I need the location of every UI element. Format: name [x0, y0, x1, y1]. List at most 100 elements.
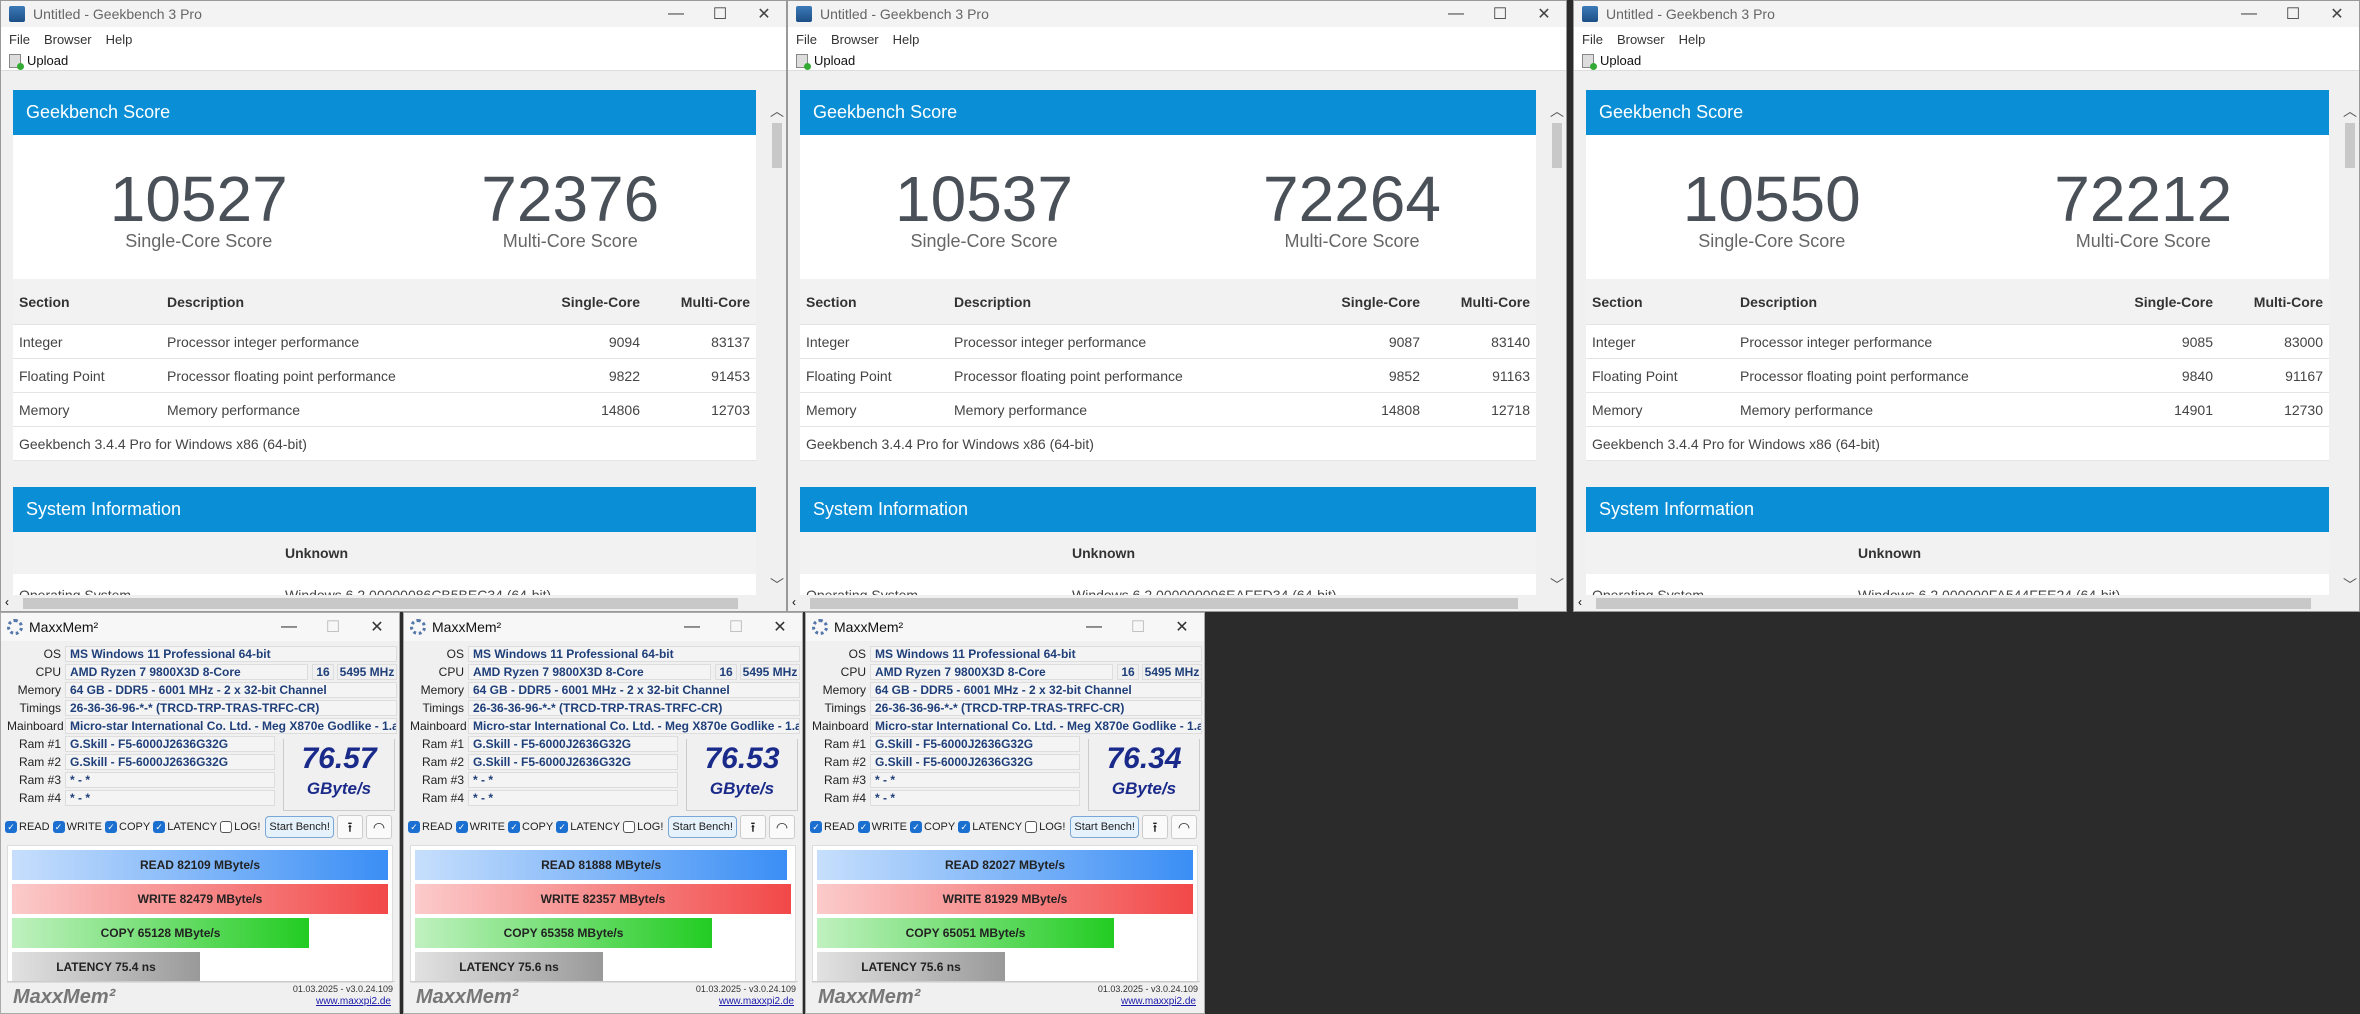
scroll-down-icon[interactable]: ﹀	[768, 575, 786, 595]
vertical-scrollbar[interactable]: ︿ ﹀	[768, 101, 786, 595]
window-title: Untitled - Geekbench 3 Pro	[1606, 6, 1775, 22]
upload-icon[interactable]: ⭱	[1141, 815, 1168, 839]
checkbox-write[interactable]: ✓ WRITE	[857, 821, 907, 833]
toolbar: Upload	[788, 51, 1566, 71]
menu-help[interactable]: Help	[106, 32, 133, 47]
checkbox-latency[interactable]: ✓ LATENCY	[556, 821, 620, 833]
checkbox-log[interactable]: LOG!	[220, 821, 260, 833]
scroll-left-icon[interactable]: ‹	[5, 595, 9, 609]
checkbox-icon[interactable]	[623, 821, 636, 833]
checkbox-icon[interactable]: ✓	[455, 821, 468, 833]
checkbox-icon[interactable]: ✓	[153, 821, 166, 833]
scroll-left-icon[interactable]: ‹	[1578, 595, 1582, 609]
checkbox-copy[interactable]: ✓ COPY	[910, 821, 955, 833]
scroll-thumb[interactable]	[772, 123, 782, 168]
maximize-button[interactable]: ☐	[311, 617, 355, 637]
single-core-label: Single-Core Score	[125, 231, 273, 251]
maximize-button[interactable]: ☐	[714, 617, 758, 637]
upload-icon[interactable]: ⭱	[739, 815, 766, 839]
minimize-button[interactable]: —	[654, 5, 698, 23]
checkbox-icon[interactable]: ✓	[508, 821, 521, 833]
checkbox-icon[interactable]: ✓	[52, 821, 65, 833]
vertical-scrollbar[interactable]: ︿ ﹀	[2341, 101, 2359, 595]
close-button[interactable]: ✕	[2315, 4, 2359, 24]
website-link[interactable]: www.maxxpi2.de	[316, 996, 391, 1007]
info-label: OS	[446, 647, 464, 661]
speedometer-icon[interactable]: ◠	[1170, 815, 1197, 839]
maximize-button[interactable]: ☐	[698, 4, 742, 24]
checkbox-latency[interactable]: ✓ LATENCY	[153, 821, 217, 833]
horizontal-scrollbar[interactable]: ‹	[1574, 595, 2341, 611]
checkbox-icon[interactable]: ✓	[105, 821, 118, 833]
menu-browser[interactable]: Browser	[44, 32, 92, 47]
checkbox-icon[interactable]: ✓	[556, 821, 569, 833]
menu-file[interactable]: File	[1582, 32, 1603, 47]
minimize-button[interactable]: —	[2227, 5, 2271, 23]
horizontal-scrollbar[interactable]: ‹	[1, 595, 768, 611]
close-button[interactable]: ✕	[742, 4, 786, 24]
scroll-down-icon[interactable]: ﹀	[1548, 575, 1566, 595]
menu-help[interactable]: Help	[893, 32, 920, 47]
menu-file[interactable]: File	[9, 32, 30, 47]
website-link[interactable]: www.maxxpi2.de	[1121, 996, 1196, 1007]
checkbox-read[interactable]: ✓ READ	[408, 821, 453, 833]
checkbox-icon[interactable]: ✓	[857, 821, 870, 833]
horizontal-scrollbar[interactable]: ‹	[788, 595, 1548, 611]
geekbench-app-icon	[1582, 6, 1598, 22]
menu-browser[interactable]: Browser	[831, 32, 879, 47]
speedometer-icon[interactable]: ◠	[768, 815, 795, 839]
checkbox-icon[interactable]: ✓	[910, 821, 923, 833]
vertical-scrollbar[interactable]: ︿ ﹀	[1548, 101, 1566, 595]
scroll-thumb[interactable]	[810, 598, 1518, 609]
checkbox-icon[interactable]: ✓	[958, 821, 971, 833]
upload-button[interactable]: Upload	[1582, 53, 1641, 70]
checkbox-icon[interactable]: ✓	[810, 821, 822, 833]
scroll-up-icon[interactable]: ︿	[768, 101, 786, 121]
minimize-button[interactable]: —	[1072, 618, 1116, 636]
scroll-thumb[interactable]	[1552, 123, 1562, 168]
table-row: Floating Point Processor floating point p…	[1586, 359, 2329, 393]
checkbox-icon[interactable]: ✓	[5, 821, 17, 833]
menu-help[interactable]: Help	[1679, 32, 1706, 47]
start-bench-button[interactable]: Start Bench!	[668, 816, 737, 838]
maximize-button[interactable]: ☐	[1478, 4, 1522, 24]
start-bench-button[interactable]: Start Bench!	[1070, 816, 1139, 838]
upload-button[interactable]: Upload	[9, 53, 68, 70]
checkbox-log[interactable]: LOG!	[1025, 821, 1065, 833]
website-link[interactable]: www.maxxpi2.de	[719, 996, 794, 1007]
scroll-thumb[interactable]	[1596, 598, 2311, 609]
minimize-button[interactable]: —	[1434, 5, 1478, 23]
upload-icon[interactable]: ⭱	[336, 815, 363, 839]
scroll-up-icon[interactable]: ︿	[1548, 101, 1566, 121]
close-button[interactable]: ✕	[1522, 4, 1566, 24]
checkbox-copy[interactable]: ✓ COPY	[508, 821, 553, 833]
scroll-down-icon[interactable]: ﹀	[2341, 575, 2359, 595]
checkbox-read[interactable]: ✓ READ	[5, 821, 50, 833]
checkbox-icon[interactable]	[220, 821, 233, 833]
minimize-button[interactable]: —	[670, 618, 714, 636]
maximize-button[interactable]: ☐	[2271, 4, 2315, 24]
close-button[interactable]: ✕	[758, 617, 802, 637]
checkbox-read[interactable]: ✓ READ	[810, 821, 855, 833]
read-result: READ 81888 MByte/s	[541, 858, 662, 872]
checkbox-write[interactable]: ✓ WRITE	[52, 821, 102, 833]
checkbox-icon[interactable]: ✓	[408, 821, 420, 833]
scroll-thumb[interactable]	[2345, 123, 2355, 168]
scroll-left-icon[interactable]: ‹	[792, 595, 796, 609]
checkbox-latency[interactable]: ✓ LATENCY	[958, 821, 1022, 833]
scroll-thumb[interactable]	[23, 598, 738, 609]
speedometer-icon[interactable]: ◠	[365, 815, 392, 839]
minimize-button[interactable]: —	[267, 618, 311, 636]
upload-button[interactable]: Upload	[796, 53, 855, 70]
close-button[interactable]: ✕	[355, 617, 399, 637]
menu-file[interactable]: File	[796, 32, 817, 47]
checkbox-log[interactable]: LOG!	[623, 821, 663, 833]
checkbox-write[interactable]: ✓ WRITE	[455, 821, 505, 833]
checkbox-copy[interactable]: ✓ COPY	[105, 821, 150, 833]
close-button[interactable]: ✕	[1160, 617, 1204, 637]
start-bench-button[interactable]: Start Bench!	[265, 816, 334, 838]
scroll-up-icon[interactable]: ︿	[2341, 101, 2359, 121]
checkbox-icon[interactable]	[1025, 821, 1038, 833]
menu-browser[interactable]: Browser	[1617, 32, 1665, 47]
maximize-button[interactable]: ☐	[1116, 617, 1160, 637]
